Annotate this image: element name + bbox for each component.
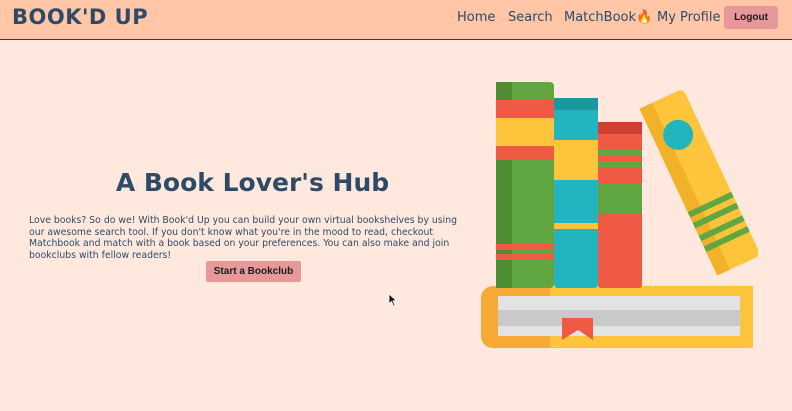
red-book bbox=[598, 122, 642, 288]
teal-book bbox=[554, 98, 598, 288]
hero-title: A Book Lover's Hub bbox=[115, 168, 390, 197]
leaning-yellow-book bbox=[639, 90, 758, 276]
nav-link-my-profile[interactable]: My Profile bbox=[657, 10, 720, 25]
start-bookclub-button[interactable]: Start a Bookclub bbox=[206, 261, 301, 282]
site-logo[interactable]: BOOK'D UP bbox=[12, 5, 148, 29]
mouse-pointer-icon bbox=[388, 293, 398, 307]
book-stack-illustration bbox=[481, 82, 758, 348]
navbar: BOOK'D UP Home Search MatchBook🔥 My Prof… bbox=[0, 0, 792, 40]
nav-link-home[interactable]: Home bbox=[457, 10, 495, 25]
nav-link-matchbook[interactable]: MatchBook🔥 bbox=[564, 10, 652, 25]
green-book bbox=[496, 82, 554, 288]
nav-link-search[interactable]: Search bbox=[508, 10, 553, 25]
lying-book bbox=[481, 286, 753, 348]
hero-description: Love books? So do we! With Book'd Up you… bbox=[29, 215, 458, 261]
logout-button[interactable]: Logout bbox=[724, 6, 778, 29]
